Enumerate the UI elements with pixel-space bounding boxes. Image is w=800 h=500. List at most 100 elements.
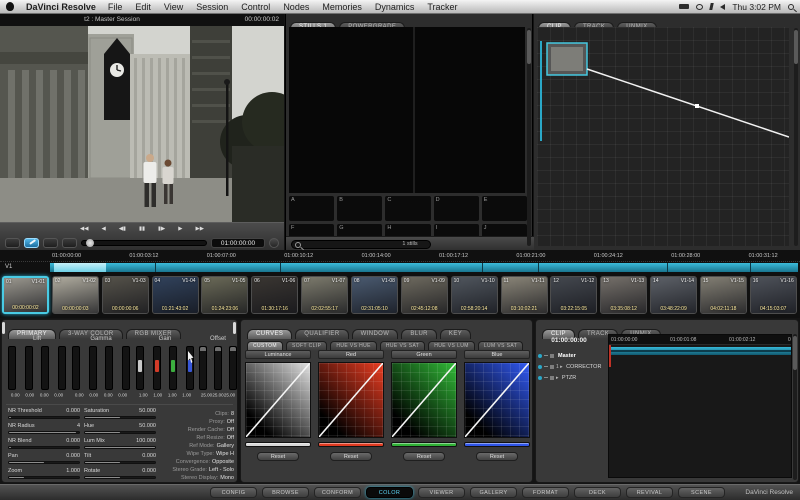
timeline-clip-04[interactable]: 04V1-0401:21:43:02 <box>152 276 199 314</box>
master-track-bar[interactable] <box>609 347 791 355</box>
timeline-clip-07[interactable]: 07V1-0702:02:55:17 <box>301 276 348 314</box>
keyframe-ruler[interactable]: 01:00:00:0001:00:01:0801:00:02:1201:00:0… <box>609 335 791 345</box>
timeline-clip-12[interactable]: 12V1-1203:22:15:05 <box>550 276 597 314</box>
node-row-ptzr[interactable]: ▸ PTZR <box>538 372 606 383</box>
param-slider[interactable] <box>84 431 156 434</box>
timeline-clip-09[interactable]: 09V1-0902:45:12:08 <box>401 276 448 314</box>
bluetooth-icon[interactable] <box>710 3 714 10</box>
step-back-button[interactable]: ◀▮ <box>119 227 126 233</box>
enable-dot-icon[interactable] <box>538 376 542 380</box>
still-slot-e[interactable]: E <box>482 196 527 221</box>
step-forward-button[interactable]: ▮▶ <box>158 227 165 233</box>
node-row-master[interactable]: Master <box>538 350 606 361</box>
param-slider[interactable] <box>84 446 156 449</box>
timeline-clip-16[interactable]: 16V1-1604:15:03:07 <box>750 276 797 314</box>
timeline-ruler[interactable]: 01:00:00:0001:00:03:1201:00:07:0001:00:1… <box>0 251 800 262</box>
curve-graph[interactable] <box>464 362 530 438</box>
scrollbar-thumb[interactable] <box>793 336 797 370</box>
battery-icon[interactable] <box>679 4 689 9</box>
menu-item-nodes[interactable]: Nodes <box>283 2 309 12</box>
volume-icon[interactable] <box>720 4 725 10</box>
curve-range-slider[interactable] <box>464 442 530 447</box>
stop-button[interactable]: ▮▮ <box>139 227 145 233</box>
playback-scrubber[interactable] <box>81 240 207 246</box>
timeline-clip-06[interactable]: 06V1-0601:30:17:16 <box>251 276 298 314</box>
still-slot-b[interactable]: B <box>337 196 382 221</box>
page-tab-deck[interactable]: DECK <box>574 487 621 498</box>
timeline-clip-13[interactable]: 13V1-1303:35:08:12 <box>600 276 647 314</box>
channel-slider[interactable] <box>153 346 161 390</box>
timeline-clip-05[interactable]: 05V1-0501:24:23:06 <box>201 276 248 314</box>
slider-cap[interactable] <box>230 347 236 351</box>
param-slider[interactable] <box>8 416 80 419</box>
channel-slider[interactable] <box>186 346 194 390</box>
reset-button[interactable]: Reset <box>330 452 372 461</box>
next-clip-button[interactable]: ▶ <box>178 227 182 233</box>
expand-arrow-icon[interactable]: 1 ▸ <box>556 364 564 370</box>
loop-button[interactable] <box>269 238 279 248</box>
node-row-corrector[interactable]: 1 ▸ CORRECTOR <box>538 361 606 372</box>
lock-icon[interactable] <box>550 365 554 369</box>
curve-range-slider[interactable] <box>245 442 311 447</box>
param-slider[interactable] <box>8 446 80 449</box>
lock-icon[interactable] <box>550 354 554 358</box>
param-slider[interactable] <box>84 416 156 419</box>
menu-item-control[interactable]: Control <box>241 2 270 12</box>
curve-graph[interactable] <box>391 362 457 438</box>
channel-slider[interactable] <box>214 346 222 390</box>
expand-arrow-icon[interactable]: ▸ <box>556 375 560 381</box>
menu-item-view[interactable]: View <box>164 2 183 12</box>
viewer-image[interactable] <box>0 26 284 222</box>
scrollbar-thumb[interactable] <box>794 30 798 64</box>
lock-icon[interactable] <box>550 376 554 380</box>
split-screen-button[interactable] <box>43 238 58 248</box>
timeline-clip-11[interactable]: 11V1-1103:10:02:21 <box>501 276 548 314</box>
timeline-clip-01[interactable]: 01V1-0100:00:00:02 <box>2 276 49 314</box>
rewind-button[interactable]: ◀◀ <box>80 227 88 233</box>
page-tab-format[interactable]: FORMAT <box>522 487 569 498</box>
timeline-clip-15[interactable]: 15V1-1504:02:11:18 <box>700 276 747 314</box>
spotlight-icon[interactable] <box>788 4 794 10</box>
page-tab-color[interactable]: COLOR <box>366 487 413 498</box>
channel-slider[interactable] <box>169 346 177 390</box>
curve-range-slider[interactable] <box>391 442 457 447</box>
menu-item-session[interactable]: Session <box>196 2 228 12</box>
reset-button[interactable]: Reset <box>403 452 445 461</box>
param-slider[interactable] <box>8 476 80 479</box>
page-tab-conform[interactable]: CONFORM <box>314 487 361 498</box>
channel-slider[interactable] <box>72 346 80 390</box>
panel-scroll-nub[interactable] <box>2 322 5 334</box>
reset-button[interactable]: Reset <box>257 452 299 461</box>
still-slot-d[interactable]: D <box>434 196 479 221</box>
channel-slider[interactable] <box>122 346 130 390</box>
previous-clip-button[interactable]: ◀ <box>101 227 105 233</box>
still-slot-c[interactable]: C <box>385 196 430 221</box>
stills-scrollbar[interactable] <box>527 28 531 246</box>
enable-dot-icon[interactable] <box>538 365 542 369</box>
menu-item-edit[interactable]: Edit <box>135 2 151 12</box>
channel-slider[interactable] <box>136 346 144 390</box>
enable-dot-icon[interactable] <box>538 354 542 358</box>
scrubber-knob[interactable] <box>86 239 94 247</box>
channel-slider[interactable] <box>25 346 33 390</box>
timeline-track-bar[interactable] <box>50 263 798 272</box>
still-grab-button[interactable] <box>5 238 20 248</box>
slider-cap[interactable] <box>200 347 206 351</box>
timeline-clip-02[interactable]: 02V1-0200:00:00:03 <box>52 276 99 314</box>
menu-clock[interactable]: Thu 3:02 PM <box>732 2 781 12</box>
reset-button[interactable]: Reset <box>476 452 518 461</box>
fast-forward-button[interactable]: ▶▶ <box>196 227 204 233</box>
page-tab-browse[interactable]: BROWSE <box>262 487 309 498</box>
keyframes-scrollbar[interactable] <box>793 334 797 480</box>
keyframe-track-area[interactable]: 01:00:00:0001:00:01:0801:00:02:1201:00:0… <box>608 334 792 478</box>
channel-slider[interactable] <box>105 346 113 390</box>
clip-graph-area[interactable] <box>537 27 789 246</box>
channel-slider[interactable] <box>8 346 16 390</box>
menu-item-memories[interactable]: Memories <box>322 2 362 12</box>
param-slider[interactable] <box>8 431 80 434</box>
slider-cap[interactable] <box>215 347 221 351</box>
curve-graph[interactable] <box>318 362 384 438</box>
timeline-clip-14[interactable]: 14V1-1403:48:22:09 <box>650 276 697 314</box>
channel-slider[interactable] <box>199 346 207 390</box>
timeline-clip-08[interactable]: 08V1-0802:31:05:10 <box>351 276 398 314</box>
